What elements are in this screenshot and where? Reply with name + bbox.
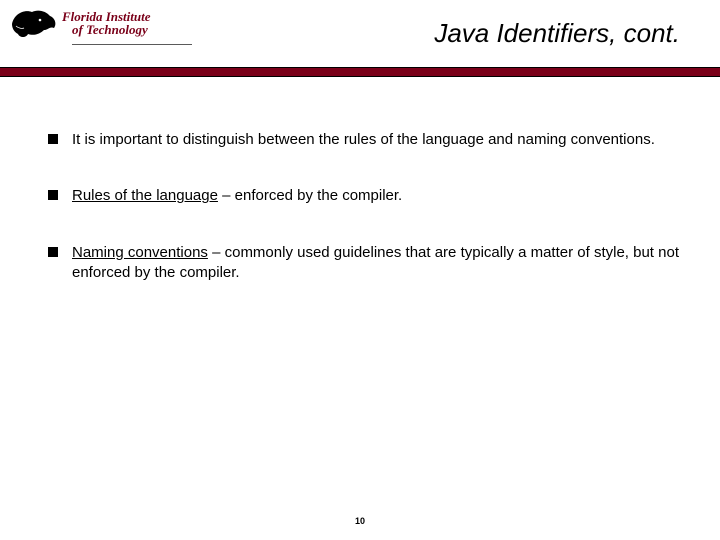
page-number: 10 bbox=[355, 516, 365, 526]
panther-icon bbox=[10, 6, 58, 40]
bullet-item: Rules of the language – enforced by the … bbox=[48, 186, 680, 206]
bullet-item: It is important to distinguish between t… bbox=[48, 130, 680, 150]
slide-title: Java Identifiers, cont. bbox=[434, 18, 680, 49]
logo-text: Florida Institute of Technology bbox=[62, 10, 151, 36]
bullet-square-icon bbox=[48, 247, 58, 257]
bullet-text: Naming conventions – commonly used guide… bbox=[72, 243, 680, 284]
slide-header: Florida Institute of Technology Java Ide… bbox=[0, 0, 720, 68]
bullet-text: Rules of the language – enforced by the … bbox=[72, 186, 680, 206]
logo-line2: of Technology bbox=[72, 23, 151, 36]
slide: Florida Institute of Technology Java Ide… bbox=[0, 0, 720, 540]
bullet-square-icon bbox=[48, 134, 58, 144]
bullet-item: Naming conventions – commonly used guide… bbox=[48, 243, 680, 284]
logo-underline bbox=[72, 44, 192, 45]
header-rule bbox=[0, 67, 720, 77]
slide-content: It is important to distinguish between t… bbox=[48, 130, 680, 319]
bullet-text: It is important to distinguish between t… bbox=[72, 130, 680, 150]
bullet-square-icon bbox=[48, 190, 58, 200]
fit-logo: Florida Institute of Technology bbox=[10, 6, 151, 40]
